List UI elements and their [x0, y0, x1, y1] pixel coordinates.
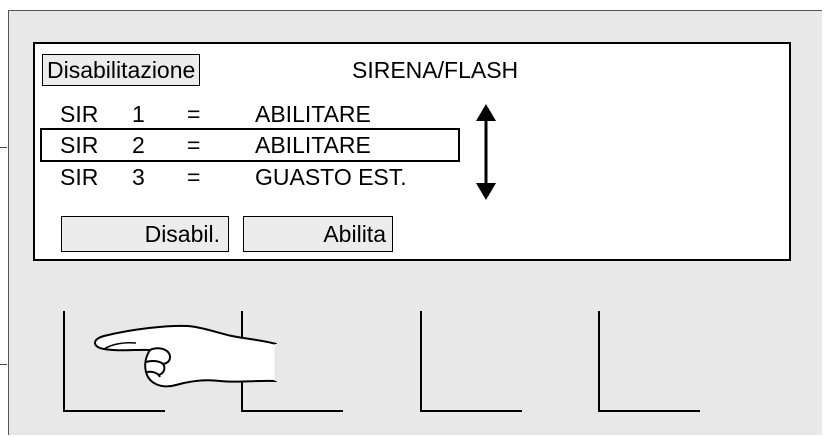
siren-status: GUASTO EST. — [255, 164, 407, 190]
siren-number: 2 — [132, 132, 145, 158]
panel-edge-tick — [0, 147, 7, 148]
equals-sign: = — [187, 132, 201, 158]
up-down-arrow-icon[interactable] — [475, 104, 497, 200]
siren-prefix: SIR — [60, 164, 99, 190]
panel-edge-tick — [0, 364, 7, 365]
list-item[interactable]: SIR 3 = GUASTO EST. — [35, 162, 465, 192]
lcd-display: Disabilitazione SIRENA/FLASH SIR 1 = ABI… — [33, 42, 791, 261]
equals-sign: = — [187, 101, 201, 127]
enable-button[interactable]: Abilita — [243, 216, 393, 252]
screen-label: Disabilitazione — [42, 54, 201, 86]
siren-number: 1 — [132, 101, 145, 127]
list-item[interactable]: SIR 1 = ABILITARE — [35, 99, 465, 129]
screen-title: SIRENA/FLASH — [352, 57, 519, 83]
siren-prefix: SIR — [60, 101, 99, 127]
list-item-selected[interactable]: SIR 2 = ABILITARE — [35, 130, 465, 160]
siren-number: 3 — [132, 164, 145, 190]
siren-status: ABILITARE — [255, 101, 371, 127]
siren-status: ABILITARE — [255, 132, 371, 158]
equals-sign: = — [187, 164, 201, 190]
disable-button[interactable]: Disabil. — [61, 216, 229, 252]
siren-prefix: SIR — [60, 132, 99, 158]
